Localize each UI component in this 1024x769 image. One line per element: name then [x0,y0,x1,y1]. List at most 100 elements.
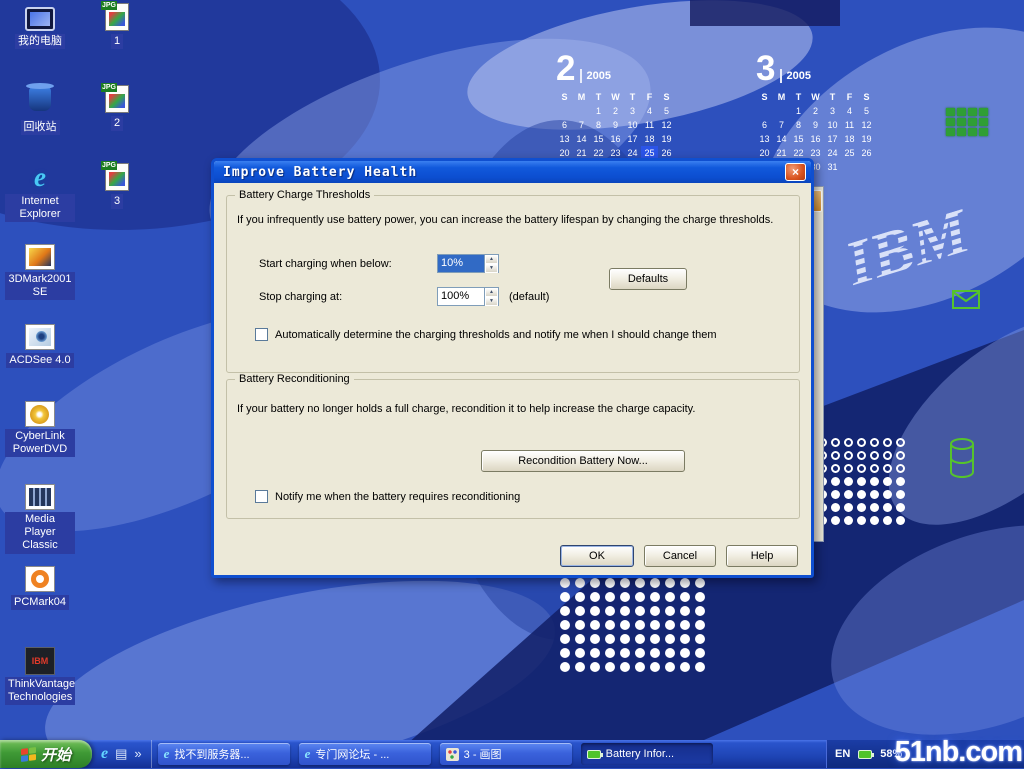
desktop-icon-jpg-2[interactable]: JPG 3 [88,162,146,209]
svg-text:IBM: IBM [836,195,979,298]
desktop-icon-pcmark-7[interactable]: PCMark04 [4,564,76,610]
calendar-day: 16 [807,132,824,146]
start-threshold-spinner[interactable]: 10% ▲ ▼ [437,254,499,273]
checkbox-box[interactable] [255,328,268,341]
desktop-icon-recycle-1[interactable]: 回收站 [4,84,76,135]
calendar-day [573,104,590,118]
show-desktop-icon[interactable]: ▤ [115,742,127,766]
desktop-icon-label: Media Player Classic [5,512,75,554]
acdsee-icon [25,324,55,350]
calendar-day: 13 [556,132,573,146]
desktop-icon-acdsee-4[interactable]: ACDSee 4.0 [4,322,76,368]
ie-quick-launch-icon[interactable]: e [101,745,108,763]
quick-launch-bar: e ▤ » [92,740,152,768]
quick-launch-expand-icon[interactable]: » [134,742,141,766]
desktop-icon-label: 我的电脑 [15,34,65,49]
start-button[interactable]: 开始 [0,740,92,768]
calendar-day [756,104,773,118]
help-button[interactable]: Help [726,545,798,567]
start-threshold-value[interactable]: 10% [438,255,484,272]
calendar-day: 5 [658,104,675,118]
language-indicator[interactable]: EN [835,748,850,760]
task-button-2[interactable]: 3 - 画图 [440,743,572,765]
spin-down-icon[interactable]: ▼ [485,297,498,306]
calendar-day-header: W [607,91,624,104]
desktop-icon-computer-0[interactable]: 我的电脑 [4,4,76,49]
desktop-icon-powerdvd-5[interactable]: CyberLink PowerDVD [4,399,76,457]
calendar-day: 6 [756,118,773,132]
calendar-day: 24 [824,146,841,160]
calendar-day [773,104,790,118]
desktop-icon-label: 3 [111,194,123,209]
close-icon[interactable]: × [785,163,806,181]
calendar-day: 3 [824,104,841,118]
ibm-logo: IBM [836,188,996,298]
battery-tray-icon[interactable] [858,750,872,759]
system-tray: EN 58% [826,740,1024,768]
desktop-icon-mpc-6[interactable]: Media Player Classic [4,482,76,554]
ok-button[interactable]: OK [560,545,634,567]
mail-icon [951,288,981,310]
calendar-day: 9 [607,118,624,132]
calendar-month-number: 2 [556,52,575,86]
desktop-icon-ie-2[interactable]: eInternet Explorer [4,162,76,222]
calendar-day: 12 [658,118,675,132]
recondition-battery-button[interactable]: Recondition Battery Now... [481,450,685,472]
calendar-day: 12 [858,118,875,132]
calendar-day: 8 [790,118,807,132]
task-button-3[interactable]: Battery Infor... [581,743,713,765]
calendar-day-header: T [624,91,641,104]
calendar-day: 15 [790,132,807,146]
cancel-button[interactable]: Cancel [644,545,716,567]
calendar-day-header: W [807,91,824,104]
task-button-0[interactable]: e找不到服务器... [158,743,290,765]
dialog-title: Improve Battery Health [223,165,785,180]
calendar-day: 11 [641,118,658,132]
desktop-icon-jpg-1[interactable]: JPG2 [88,84,146,131]
calendar-year: 2005 [780,69,810,83]
jpg-file-icon: JPG [105,163,129,191]
desktop-icon-mark3d-3[interactable]: 3DMark2001 SE [4,242,76,300]
calendar-day: 25 [841,146,858,160]
task-button-label: 专门网论坛 - ... [315,746,389,762]
desktop-icon-label: Internet Explorer [5,194,75,222]
calendar-day-header: T [590,91,607,104]
desktop-icon-label: CyberLink PowerDVD [5,429,75,457]
spin-up-icon[interactable]: ▲ [485,255,498,264]
calendar-day: 1 [590,104,607,118]
dialog-body: Battery Charge Thresholds If you infrequ… [214,183,811,575]
checkbox-label: Automatically determine the charging thr… [275,329,716,341]
calendar-day-header: S [756,91,773,104]
auto-determine-checkbox[interactable]: Automatically determine the charging thr… [255,328,789,341]
jpg-file-icon: JPG [105,3,129,31]
default-note: (default) [509,291,549,303]
calendar-day: 10 [624,118,641,132]
checkbox-box[interactable] [255,490,268,503]
desktop-icon-jpg-0[interactable]: JPG1 [88,2,146,49]
dot-grid-right [818,438,909,529]
calendar-day: 17 [824,132,841,146]
calendar-day: 10 [824,118,841,132]
calendar-day: 14 [573,132,590,146]
dot-grid-bottom [560,578,710,676]
calendar-day: 13 [756,132,773,146]
task-button-1[interactable]: e专门网论坛 - ... [299,743,431,765]
stop-threshold-spinner[interactable]: 100% ▲ ▼ [437,287,499,306]
spin-down-icon[interactable]: ▼ [485,264,498,273]
notify-recondition-checkbox[interactable]: Notify me when the battery requires reco… [255,490,789,503]
stop-threshold-value[interactable]: 100% [438,288,484,305]
stop-charging-label: Stop charging at: [259,291,342,303]
defaults-button[interactable]: Defaults [609,268,687,290]
battery-percentage: 58% [880,748,902,760]
calendar-day: 5 [858,104,875,118]
desktop-icon-label: PCMark04 [11,595,69,610]
start-charging-label: Start charging when below: [259,258,392,270]
calendar-day [556,104,573,118]
desktop-icon-label: 2 [111,116,123,131]
my-computer-icon [25,7,55,31]
recycle-bin-icon [29,87,51,111]
desktop-icon-column-main: 我的电脑回收站 eInternet Explorer 3DMark2001 SE AC… [4,0,76,768]
desktop-icon-thinkvantage-8[interactable]: IBMThinkVantage Technologies [4,646,76,705]
dialog-titlebar[interactable]: Improve Battery Health × [214,161,811,183]
spin-up-icon[interactable]: ▲ [485,288,498,297]
